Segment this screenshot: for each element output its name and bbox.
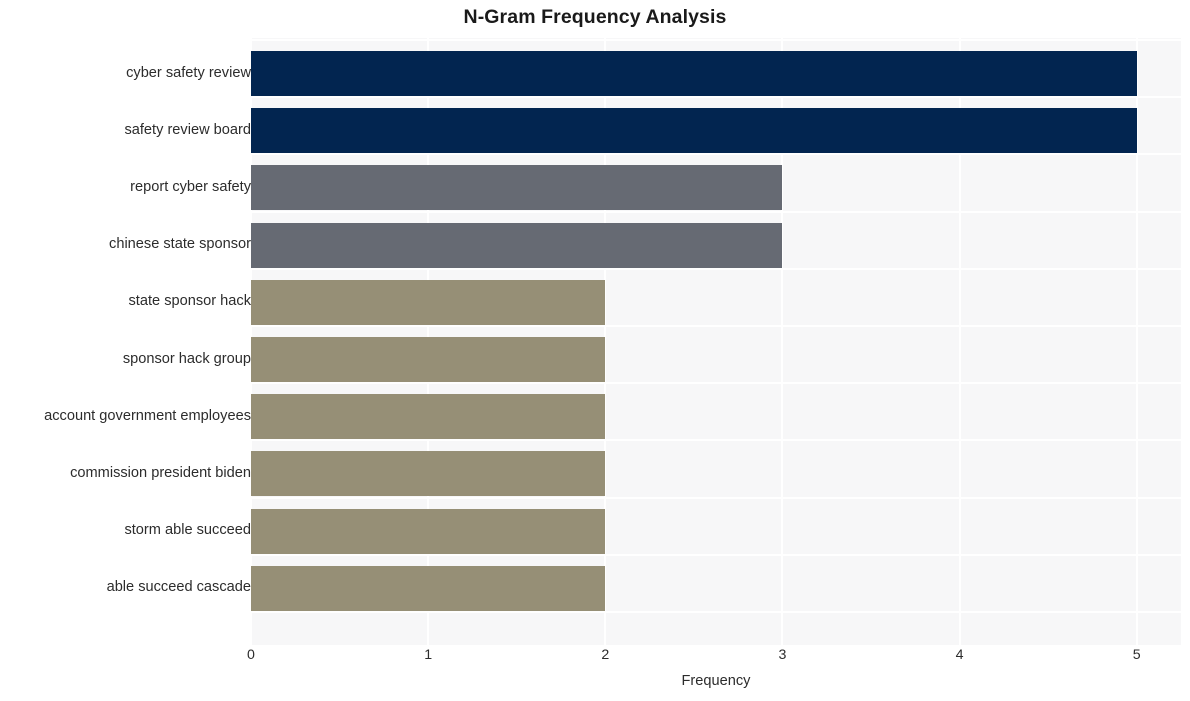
- bar[interactable]: [251, 508, 606, 554]
- x-axis-tick-label: 0: [247, 647, 255, 663]
- x-axis-title: Frequency: [681, 673, 751, 689]
- bar[interactable]: [251, 222, 783, 268]
- y-axis-tick-label: safety review board: [124, 121, 251, 138]
- y-axis-tick-label: sponsor hack group: [122, 350, 251, 367]
- x-axis-tick-labels: 0 1 2 3 4 5: [247, 647, 1190, 671]
- y-axis-tick-labels: cyber safety review safety review board re…: [0, 38, 251, 645]
- bar[interactable]: [251, 279, 606, 325]
- y-axis-tick-label: report cyber safety: [130, 178, 251, 195]
- horizontal-gridline: [251, 439, 1181, 442]
- bar[interactable]: [251, 108, 1137, 154]
- y-axis-tick-label: chinese state sponsor: [109, 236, 251, 253]
- horizontal-gridline: [251, 496, 1181, 499]
- bar[interactable]: [251, 51, 1137, 96]
- x-axis-tick-label: 1: [424, 647, 433, 663]
- x-axis-tick-label: 5: [1132, 647, 1141, 663]
- horizontal-gridline: [251, 267, 1181, 270]
- bar[interactable]: [251, 394, 606, 440]
- y-axis-tick-label: account government employees: [44, 407, 251, 424]
- y-axis-tick-label: state sponsor hack: [128, 293, 252, 310]
- bar[interactable]: [251, 565, 606, 611]
- y-axis-tick-label: commission president biden: [70, 464, 251, 481]
- y-axis-tick-label: able succeed cascade: [106, 579, 251, 596]
- bar[interactable]: [251, 165, 783, 211]
- horizontal-gridline: [251, 611, 1181, 613]
- horizontal-gridline: [251, 382, 1181, 385]
- horizontal-gridline: [251, 210, 1181, 213]
- ngram-frequency-chart: N-Gram Frequency Analysis cyber safety r…: [0, 0, 1190, 701]
- y-axis-tick-label: storm able succeed: [124, 522, 251, 539]
- x-axis-tick-label: 4: [955, 647, 964, 663]
- horizontal-gridline: [251, 325, 1181, 327]
- chart-title: N-Gram Frequency Analysis: [463, 6, 727, 28]
- y-axis-tick-label: cyber safety review: [126, 64, 251, 81]
- bar[interactable]: [251, 451, 606, 497]
- horizontal-gridline: [251, 553, 1181, 556]
- horizontal-gridline: [251, 39, 1181, 41]
- horizontal-gridline: [251, 96, 1181, 99]
- x-axis-tick-label: 3: [778, 647, 787, 663]
- plot-area: [251, 38, 1181, 645]
- horizontal-gridline: [251, 153, 1181, 156]
- x-axis-tick-label: 2: [601, 647, 610, 663]
- bar[interactable]: [251, 337, 606, 382]
